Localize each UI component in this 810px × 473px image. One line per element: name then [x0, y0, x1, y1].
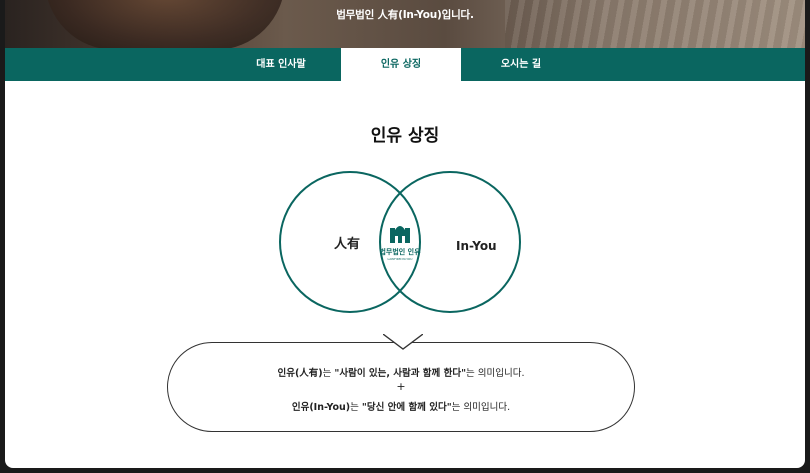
tab-bar: 대표 인사말 인유 상징 오시는 길 — [5, 48, 805, 81]
meaning-line-2: 인유(In-You)는 "당신 안에 함께 있다"는 의미입니다. — [291, 402, 511, 413]
hero-text: 법무법인 人有(In-You)입니다. — [336, 9, 474, 21]
hero-banner: 법무법인 人有(In-You)입니다. — [5, 0, 805, 50]
logo-subtext: LAWFIRM IN-YOU — [388, 257, 413, 261]
page-title: 인유 상징 — [370, 126, 440, 146]
tab-symbol[interactable]: 인유 상징 — [341, 48, 461, 81]
tab-greeting[interactable]: 대표 인사말 — [221, 48, 341, 81]
tab-directions[interactable]: 오시는 길 — [461, 48, 581, 81]
page-frame: 법무법인 人有(In-You)입니다. 대표 인사말 인유 상징 오시는 길 인… — [5, 0, 805, 468]
speech-notch — [383, 334, 423, 350]
plus-sign: + — [396, 380, 406, 393]
logo-text: 법무법인 인유 — [379, 247, 421, 256]
firm-logo-icon — [390, 226, 410, 243]
venn-diagram: 人有 In-You 법무법인 인유 LAWFIRM IN-YOU — [279, 171, 521, 313]
meaning-line-1: 인유(人有)는 "사람이 있는, 사람과 함께 한다"는 의미입니다. — [277, 368, 525, 379]
left-label: 人有 — [334, 236, 360, 252]
right-label: In-You — [456, 239, 497, 253]
